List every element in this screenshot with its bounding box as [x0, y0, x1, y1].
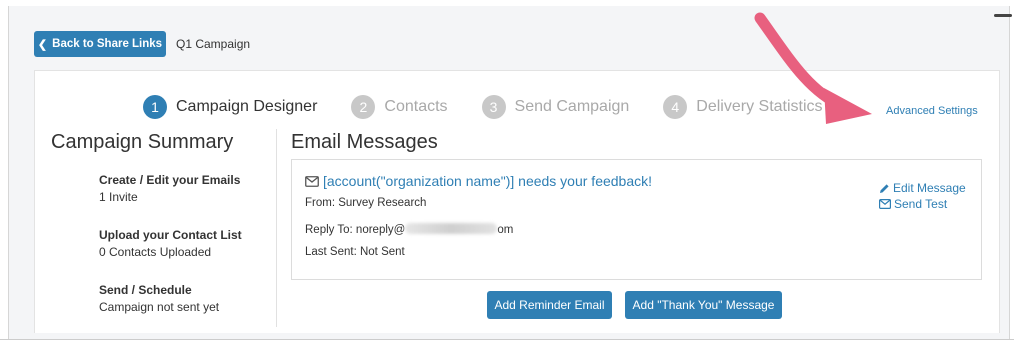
summary-item-status: Campaign not sent yet	[99, 300, 220, 314]
step-campaign-designer[interactable]: 1 Campaign Designer	[143, 95, 317, 119]
email-last-sent: Last Sent: Not Sent	[305, 246, 405, 258]
add-thank-you-message-button[interactable]: Add "Thank You" Message	[625, 291, 782, 319]
chevron-left-icon: ❮	[37, 38, 48, 51]
email-subject-link[interactable]: [account("organization name")] needs you…	[305, 173, 652, 189]
step-label: Contacts	[384, 98, 448, 115]
summary-item-title: Send / Schedule	[99, 283, 192, 297]
pencil-icon	[880, 183, 889, 193]
summary-item-contacts: Upload your Contact List 0 Contacts Uplo…	[99, 228, 242, 259]
summary-item-status: 0 Contacts Uploaded	[99, 245, 212, 259]
campaign-card: 1 Campaign Designer 2 Contacts 3 Send Ca…	[34, 70, 1000, 333]
summary-item-title: Upload your Contact List	[99, 228, 242, 242]
step-label: Campaign Designer	[176, 98, 318, 115]
step-label: Send Campaign	[514, 98, 630, 115]
step-number: 1	[143, 95, 167, 119]
edit-message-label: Edit Message	[893, 181, 966, 195]
email-subject: [account("organization name")] needs you…	[323, 173, 653, 189]
back-button-label: Back to Share Links	[52, 38, 163, 50]
window-edge-mark	[994, 14, 1012, 17]
send-test-label: Send Test	[894, 197, 948, 211]
breadcrumb: Q1 Campaign	[176, 37, 251, 51]
step-number: 4	[663, 95, 688, 119]
summary-item-send: Send / Schedule Campaign not sent yet	[99, 283, 219, 314]
reply-to-prefix: Reply To: noreply@	[305, 224, 406, 236]
redacted-domain	[405, 223, 498, 234]
step-delivery-statistics[interactable]: 4 Delivery Statistics	[663, 95, 823, 119]
step-label: Delivery Statistics	[696, 98, 823, 115]
email-from: From: Survey Research	[305, 197, 427, 209]
column-divider	[276, 129, 277, 327]
envelope-icon	[879, 199, 891, 209]
edit-message-link[interactable]: Edit Message	[879, 181, 966, 195]
step-number: 3	[481, 95, 506, 119]
summary-item-status: 1 Invite	[99, 190, 138, 204]
advanced-settings-link[interactable]: Advanced Settings	[886, 105, 978, 117]
send-test-link[interactable]: Send Test	[879, 197, 947, 211]
step-number: 2	[351, 95, 376, 119]
step-contacts[interactable]: 2 Contacts	[351, 95, 448, 119]
step-send-campaign[interactable]: 3 Send Campaign	[481, 95, 630, 119]
email-message-card: [account("organization name")] needs you…	[291, 159, 982, 280]
envelope-icon	[305, 175, 319, 187]
email-reply-to: Reply To: noreply@ om	[305, 223, 513, 236]
add-reminder-email-button[interactable]: Add Reminder Email	[487, 291, 612, 319]
summary-item-title: Create / Edit your Emails	[99, 173, 241, 187]
back-to-share-links-button[interactable]: ❮ Back to Share Links	[34, 31, 166, 57]
reply-to-suffix: om	[497, 224, 514, 236]
email-messages-title: Email Messages	[291, 131, 438, 153]
summary-item-emails: Create / Edit your Emails 1 Invite	[99, 173, 240, 204]
wizard-steps: 1 Campaign Designer 2 Contacts 3 Send Ca…	[143, 95, 857, 119]
campaign-summary-title: Campaign Summary	[51, 131, 234, 153]
bottom-edge	[0, 339, 1014, 345]
